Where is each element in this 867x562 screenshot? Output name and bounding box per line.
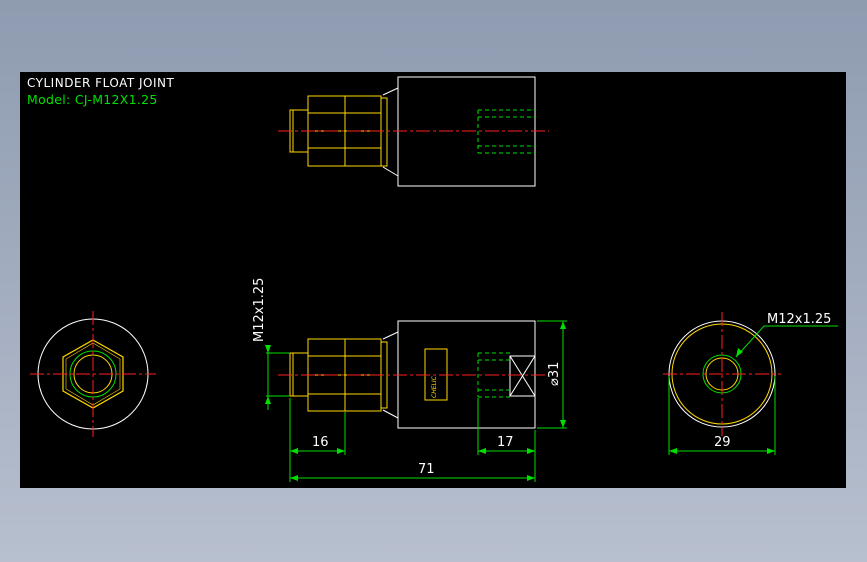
left-end-view — [30, 311, 156, 437]
dim-71: 71 — [418, 462, 435, 477]
dim-diameter: ⌀31 — [547, 362, 562, 386]
dim-29: 29 — [714, 435, 731, 450]
dim-17: 17 — [497, 435, 514, 450]
cad-drawing: CYLINDER FLOAT JOINT Model: CJ-M12X1.25 — [27, 76, 838, 482]
dim-thread-vertical: M12x1.25 — [252, 278, 267, 342]
dimension-arrows — [265, 321, 775, 481]
thread-callout: M12x1.25 — [767, 312, 831, 327]
top-view — [278, 76, 549, 187]
brand-text: CHELIC — [431, 375, 438, 398]
right-end-view — [663, 312, 781, 436]
model-label: Model: CJ-M12X1.25 — [27, 92, 158, 107]
drawing-title: CYLINDER FLOAT JOINT — [27, 76, 174, 90]
front-view: CHELIC — [278, 320, 549, 429]
dimension-lines — [266, 320, 838, 482]
cad-viewport[interactable]: CYLINDER FLOAT JOINT Model: CJ-M12X1.25 — [20, 72, 846, 488]
dim-16: 16 — [312, 435, 329, 450]
